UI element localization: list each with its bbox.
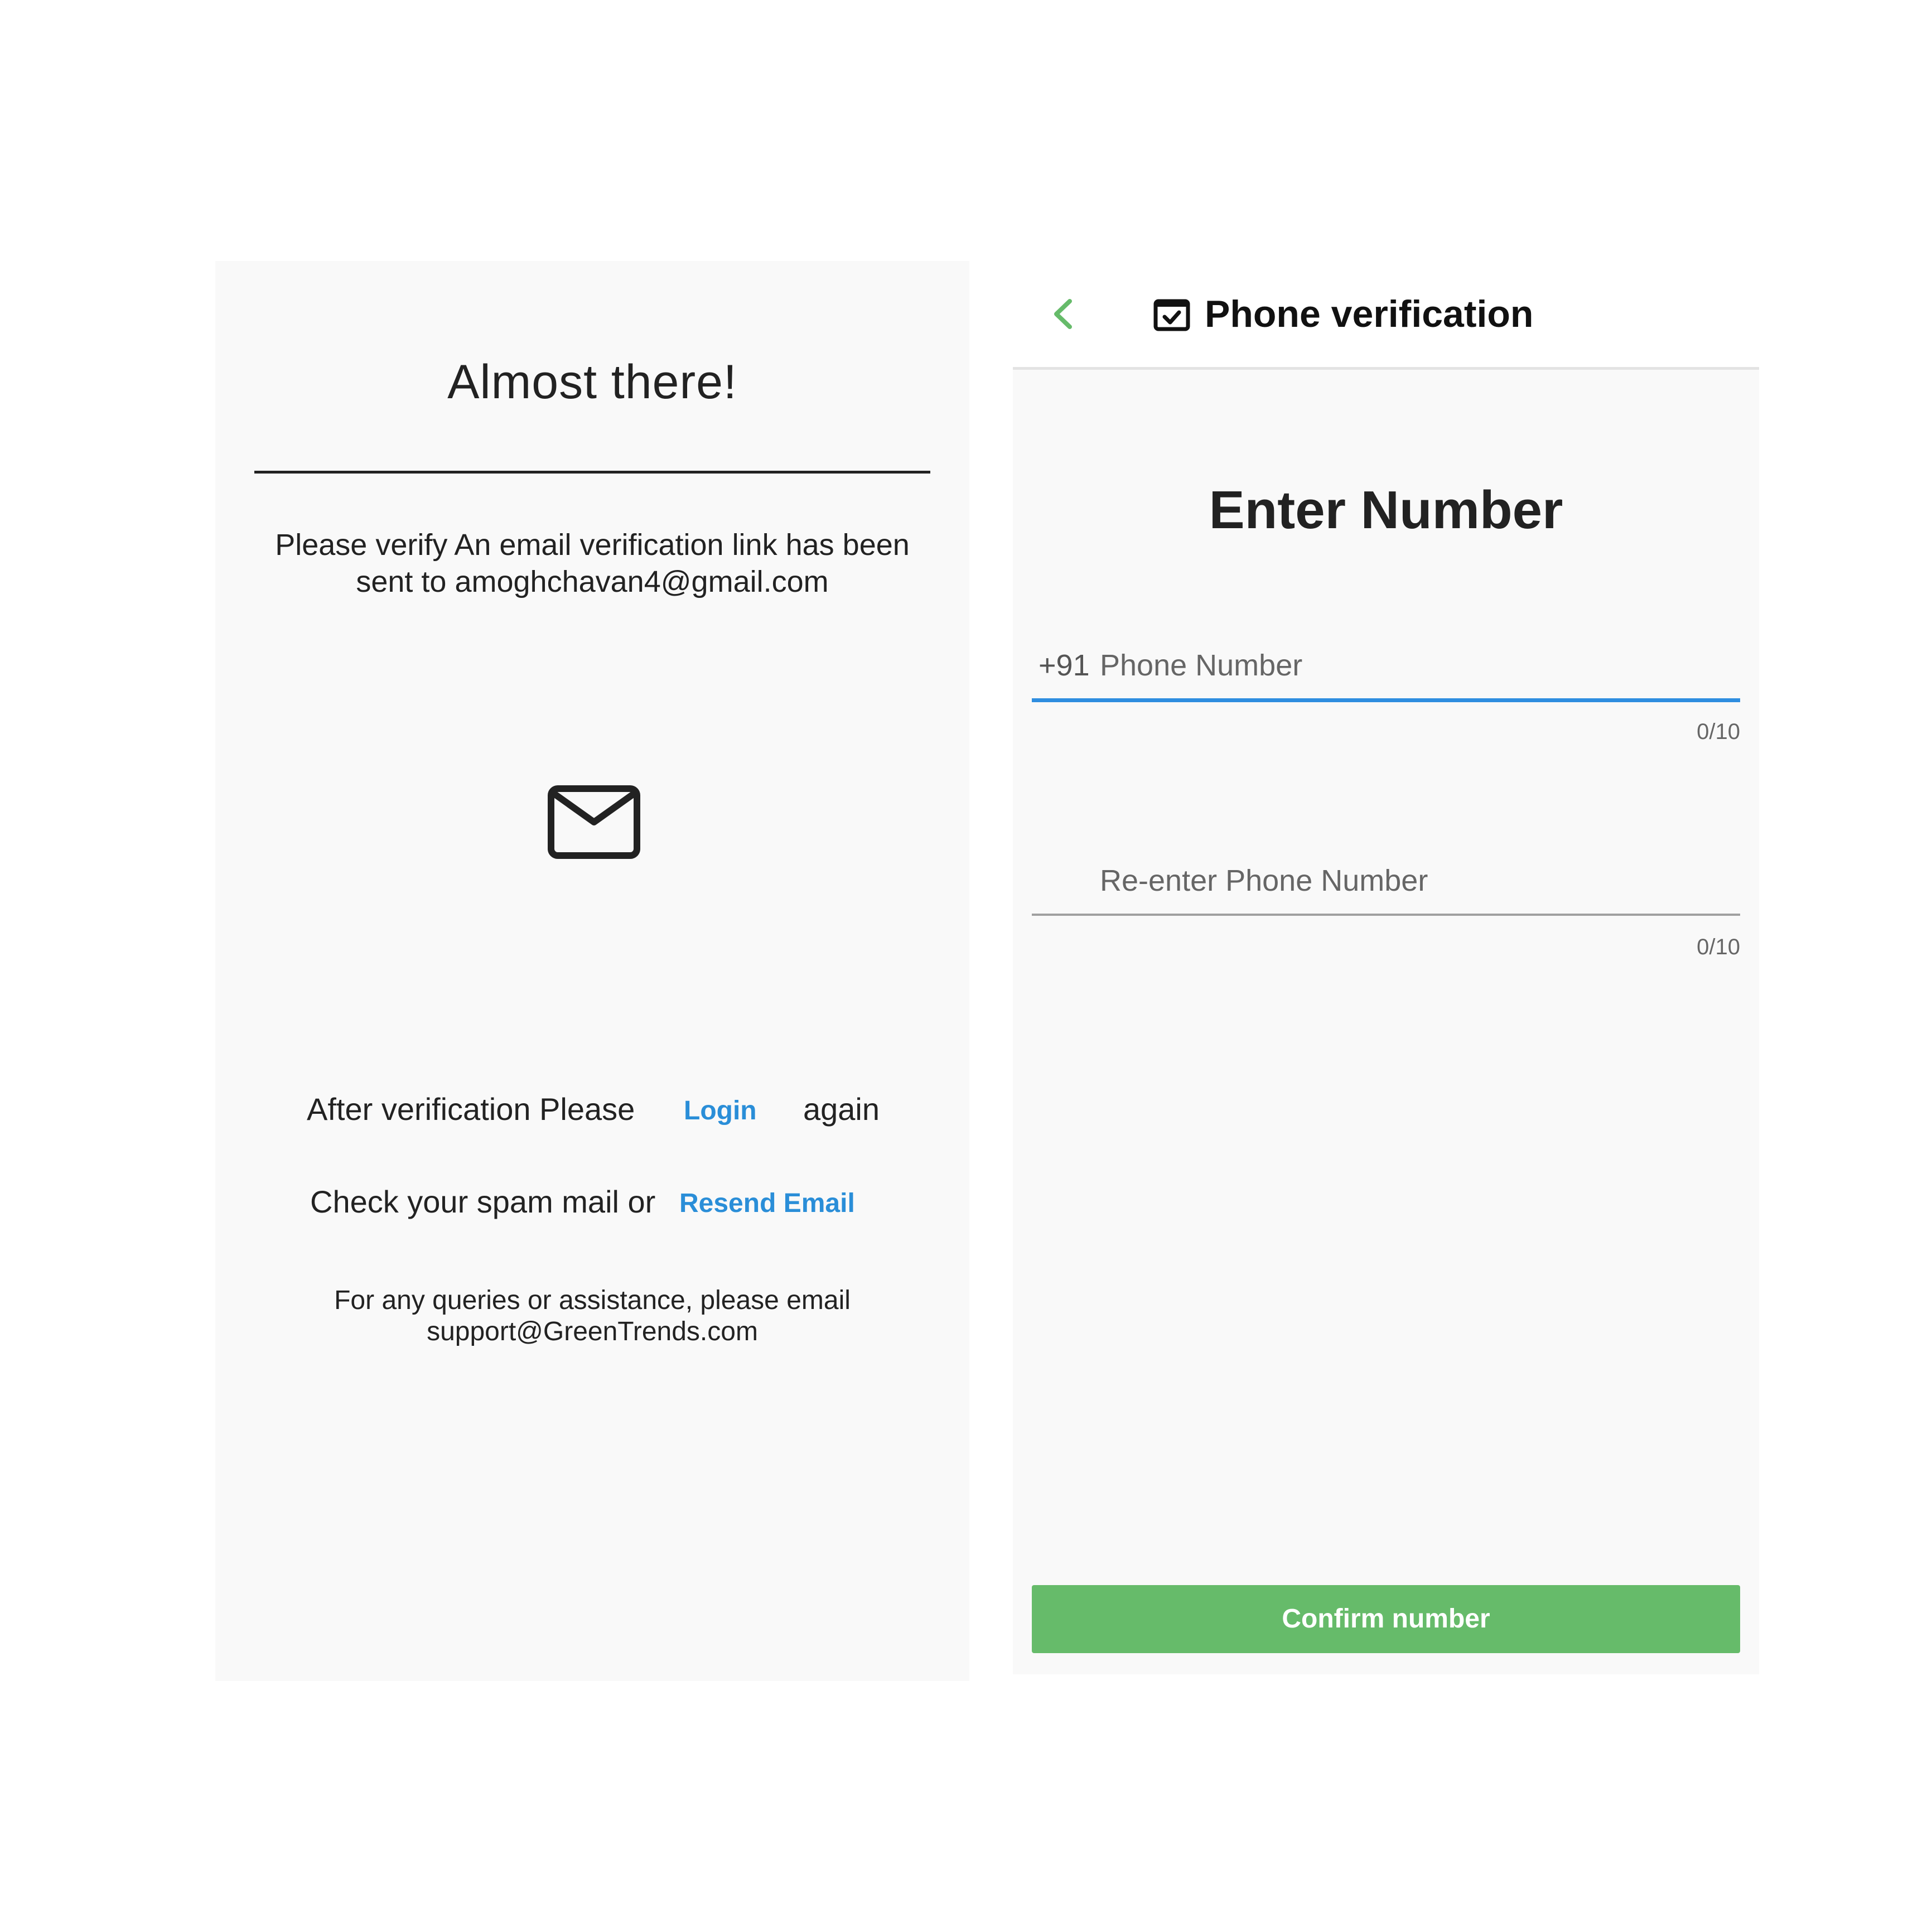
app-bar-title: Phone verification [1205,293,1534,335]
resend-email-link[interactable]: Resend Email [679,1188,855,1219]
spam-text: Check your spam mail or [310,1184,656,1219]
title-divider [254,471,930,474]
reenter-phone-placeholder: Re-enter Phone Number [1100,864,1428,897]
login-link[interactable]: Login [684,1095,757,1126]
mail-icon [548,785,640,859]
page-title: Almost there! [447,355,737,409]
after-verification-text: After verification Please [307,1091,635,1127]
reenter-char-counter: 0/10 [1697,935,1740,959]
app-bar: Phone verification [1013,261,1759,370]
again-text: again [803,1091,880,1127]
country-code-prefix: +91 [1039,649,1090,682]
verification-message: Please verify An email verification link… [275,528,910,598]
calendar-check-icon [1153,299,1190,331]
phone-number-field[interactable]: +91 Phone Number 0/10 [1032,648,1740,771]
reenter-field-underline [1032,914,1740,916]
enter-number-heading: Enter Number [1209,480,1563,540]
phone-verification-screen: Phone verification Enter Number +91 Phon… [1013,261,1759,1674]
phone-char-counter: 0/10 [1697,719,1740,744]
email-verification-screen: Almost there! Please verify An email ver… [215,261,969,1681]
phone-field-underline [1032,698,1740,702]
reenter-phone-field[interactable]: Re-enter Phone Number 0/10 [1032,863,1740,986]
confirm-number-button[interactable]: Confirm number [1032,1585,1740,1653]
phone-number-placeholder: Phone Number [1100,649,1303,682]
chevron-left-icon[interactable] [1046,294,1080,334]
support-message: For any queries or assistance, please em… [334,1286,851,1346]
